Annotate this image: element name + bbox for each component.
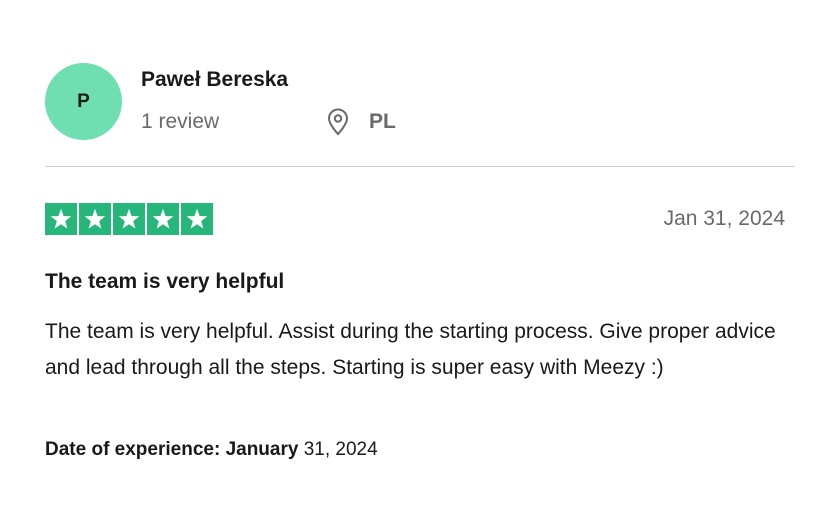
review-title[interactable]: The team is very helpful — [45, 268, 284, 296]
star-icon — [181, 203, 213, 235]
star-icon — [79, 203, 111, 235]
review-count: 1 review — [141, 110, 220, 133]
date-of-experience: Date of experience: January 31, 2024 — [45, 437, 378, 463]
divider — [45, 166, 795, 167]
star-icon — [147, 203, 179, 235]
experience-date: 31, 2024 — [303, 439, 378, 460]
map-pin-icon — [326, 108, 350, 136]
star-icon — [45, 203, 77, 235]
star-icon — [113, 203, 145, 235]
experience-label: Date of experience: January — [45, 439, 299, 460]
reviewer-location: PL — [326, 106, 396, 138]
reviewer-name[interactable]: Paweł Bereska — [141, 66, 288, 94]
avatar[interactable]: P — [45, 63, 122, 140]
country-code: PL — [369, 110, 396, 133]
review-card: P Paweł Bereska 1 review PL Jan 31, 2024… — [0, 0, 839, 524]
avatar-initial: P — [77, 90, 90, 112]
review-date: Jan 31, 2024 — [663, 207, 785, 230]
review-body: The team is very helpful. Assist during … — [45, 320, 776, 379]
star-rating — [45, 203, 213, 235]
